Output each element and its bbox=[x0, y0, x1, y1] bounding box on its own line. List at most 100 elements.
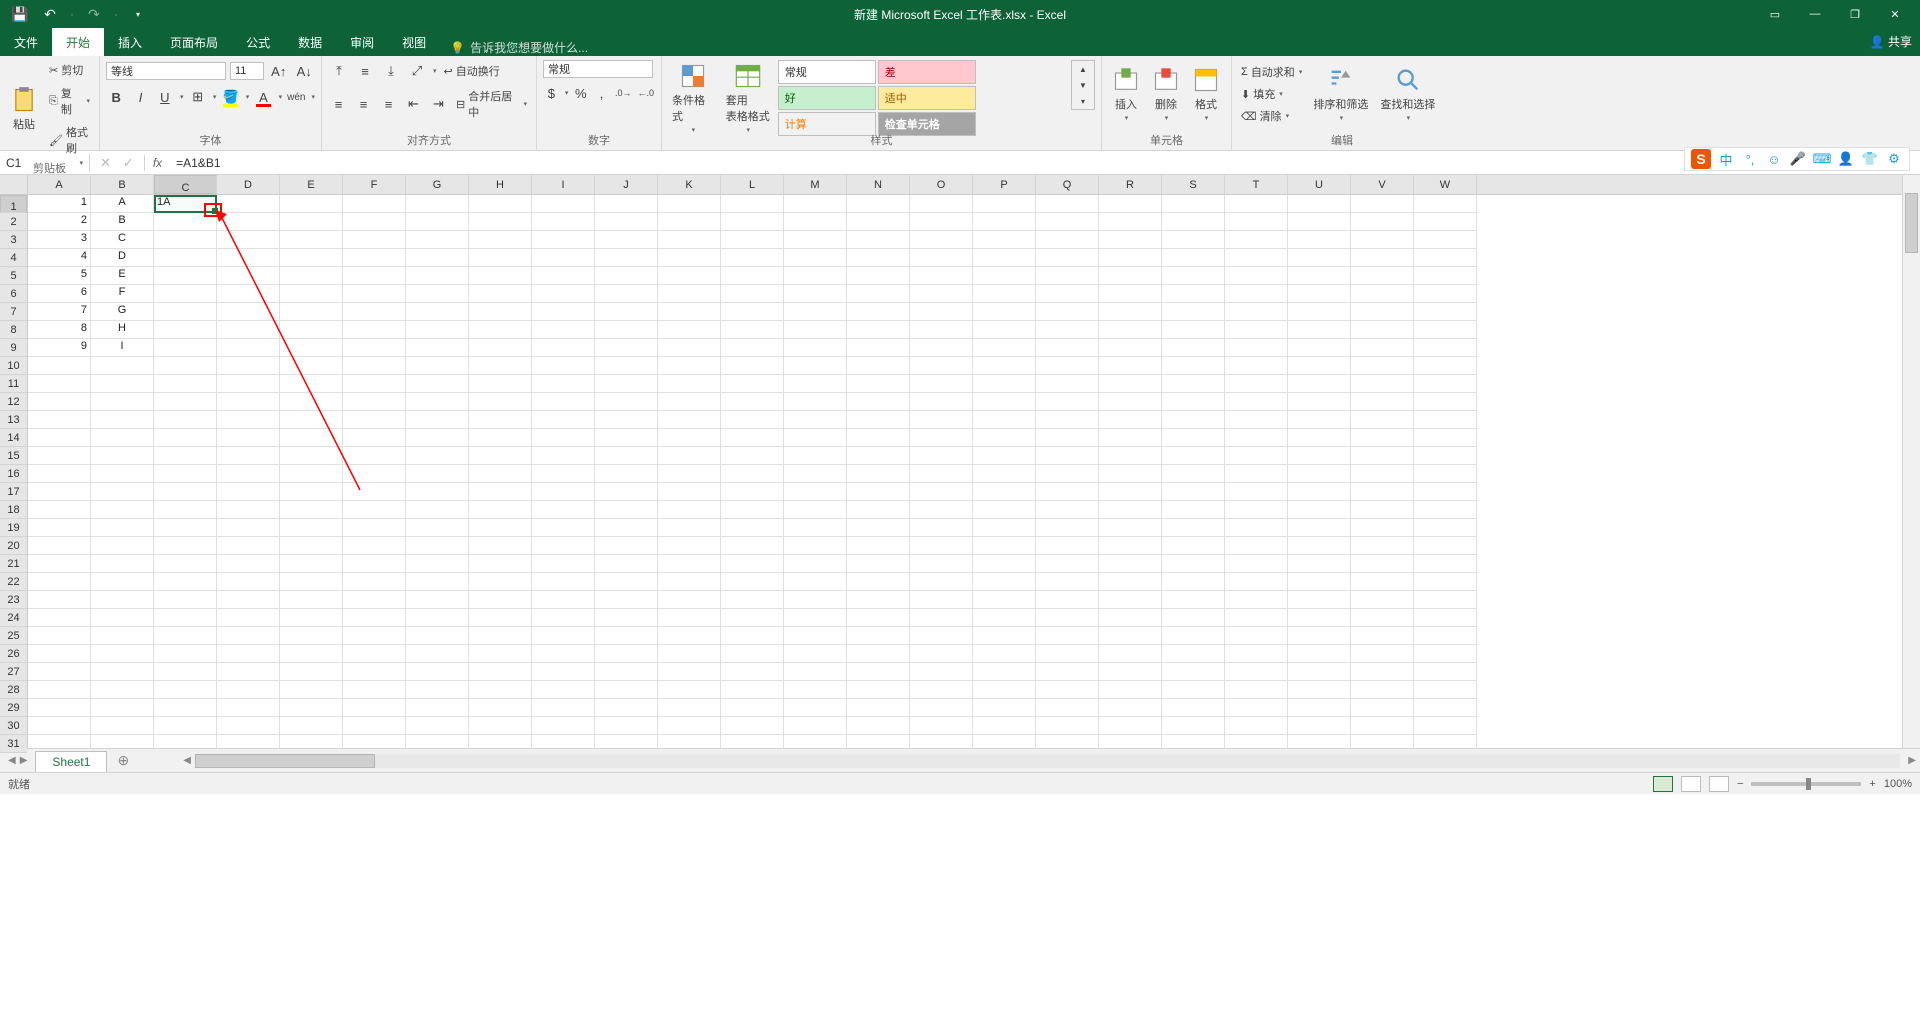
cell[interactable] bbox=[469, 663, 532, 681]
cell[interactable] bbox=[280, 429, 343, 447]
delete-cells-button[interactable]: 删除▾ bbox=[1148, 64, 1184, 124]
cell[interactable] bbox=[343, 339, 406, 357]
cell[interactable] bbox=[721, 519, 784, 537]
row-header[interactable]: 13 bbox=[0, 411, 27, 429]
cell[interactable] bbox=[784, 519, 847, 537]
cell[interactable] bbox=[28, 483, 91, 501]
cell[interactable] bbox=[658, 573, 721, 591]
column-header[interactable]: I bbox=[532, 175, 595, 194]
cell[interactable] bbox=[1162, 285, 1225, 303]
cell[interactable] bbox=[847, 465, 910, 483]
cell[interactable] bbox=[1288, 249, 1351, 267]
cell[interactable] bbox=[847, 591, 910, 609]
cell[interactable] bbox=[1036, 573, 1099, 591]
row-header[interactable]: 22 bbox=[0, 573, 27, 591]
column-header[interactable]: W bbox=[1414, 175, 1477, 194]
cell[interactable] bbox=[1036, 591, 1099, 609]
cell[interactable] bbox=[595, 555, 658, 573]
cell[interactable] bbox=[406, 231, 469, 249]
cell[interactable] bbox=[217, 375, 280, 393]
cell[interactable] bbox=[406, 663, 469, 681]
cell[interactable] bbox=[1099, 411, 1162, 429]
cell[interactable] bbox=[784, 645, 847, 663]
cell[interactable] bbox=[343, 357, 406, 375]
cell[interactable] bbox=[1351, 375, 1414, 393]
cell[interactable] bbox=[280, 663, 343, 681]
cell[interactable] bbox=[1225, 627, 1288, 645]
cell[interactable] bbox=[469, 591, 532, 609]
cell[interactable] bbox=[721, 411, 784, 429]
cell[interactable] bbox=[343, 447, 406, 465]
column-header[interactable]: D bbox=[217, 175, 280, 194]
cell[interactable] bbox=[280, 321, 343, 339]
cell[interactable] bbox=[154, 483, 217, 501]
cell[interactable] bbox=[469, 609, 532, 627]
cell[interactable] bbox=[910, 411, 973, 429]
cell[interactable] bbox=[1162, 663, 1225, 681]
styles-scroll-down-icon[interactable]: ▼ bbox=[1072, 77, 1094, 93]
cell[interactable] bbox=[721, 321, 784, 339]
cell[interactable] bbox=[847, 555, 910, 573]
cell[interactable] bbox=[28, 429, 91, 447]
cell[interactable] bbox=[595, 195, 658, 213]
cell[interactable] bbox=[91, 465, 154, 483]
row-header[interactable]: 25 bbox=[0, 627, 27, 645]
cell[interactable] bbox=[1162, 393, 1225, 411]
tab-formulas[interactable]: 公式 bbox=[232, 28, 284, 56]
row-header[interactable]: 6 bbox=[0, 285, 27, 303]
cell[interactable] bbox=[847, 339, 910, 357]
cell[interactable] bbox=[469, 519, 532, 537]
cell[interactable] bbox=[595, 627, 658, 645]
cell[interactable] bbox=[154, 339, 217, 357]
cell[interactable] bbox=[91, 501, 154, 519]
cell[interactable] bbox=[1225, 339, 1288, 357]
cell[interactable] bbox=[1036, 699, 1099, 717]
cell[interactable] bbox=[1288, 591, 1351, 609]
cell[interactable] bbox=[1414, 465, 1477, 483]
cell[interactable] bbox=[1099, 231, 1162, 249]
cell[interactable] bbox=[1162, 717, 1225, 735]
cell[interactable] bbox=[91, 627, 154, 645]
cell[interactable] bbox=[1162, 447, 1225, 465]
cell[interactable] bbox=[595, 663, 658, 681]
cell[interactable] bbox=[658, 375, 721, 393]
column-header[interactable]: M bbox=[784, 175, 847, 194]
cell[interactable] bbox=[217, 195, 280, 213]
cancel-formula-icon[interactable]: ✕ bbox=[100, 155, 111, 171]
cell[interactable] bbox=[658, 501, 721, 519]
styles-more-icon[interactable]: ▾ bbox=[1072, 93, 1094, 109]
increase-decimal-icon[interactable]: .0→ bbox=[614, 82, 633, 104]
cell[interactable] bbox=[721, 195, 784, 213]
cell[interactable] bbox=[28, 609, 91, 627]
cell[interactable] bbox=[910, 267, 973, 285]
cell[interactable] bbox=[847, 303, 910, 321]
format-painter-button[interactable]: 🖌格式刷 bbox=[46, 122, 93, 158]
cell[interactable] bbox=[343, 735, 406, 748]
column-header[interactable]: H bbox=[469, 175, 532, 194]
cell[interactable] bbox=[847, 393, 910, 411]
cell[interactable] bbox=[406, 465, 469, 483]
cell[interactable] bbox=[1288, 195, 1351, 213]
cell[interactable] bbox=[1099, 627, 1162, 645]
cell[interactable] bbox=[91, 717, 154, 735]
cell[interactable] bbox=[658, 609, 721, 627]
styles-scroll-up-icon[interactable]: ▲ bbox=[1072, 61, 1094, 77]
cell[interactable] bbox=[595, 339, 658, 357]
cell[interactable] bbox=[343, 681, 406, 699]
cell[interactable] bbox=[721, 573, 784, 591]
cell[interactable] bbox=[1162, 465, 1225, 483]
column-header[interactable]: U bbox=[1288, 175, 1351, 194]
cell[interactable] bbox=[406, 699, 469, 717]
cell[interactable] bbox=[532, 645, 595, 663]
cell[interactable] bbox=[406, 393, 469, 411]
row-header[interactable]: 15 bbox=[0, 447, 27, 465]
column-header[interactable]: R bbox=[1099, 175, 1162, 194]
cell[interactable] bbox=[1288, 735, 1351, 748]
cell[interactable] bbox=[1099, 213, 1162, 231]
cell[interactable] bbox=[28, 627, 91, 645]
cell[interactable] bbox=[280, 213, 343, 231]
column-header[interactable]: K bbox=[658, 175, 721, 194]
cell[interactable] bbox=[1162, 501, 1225, 519]
cell[interactable] bbox=[217, 447, 280, 465]
cell[interactable] bbox=[1099, 465, 1162, 483]
